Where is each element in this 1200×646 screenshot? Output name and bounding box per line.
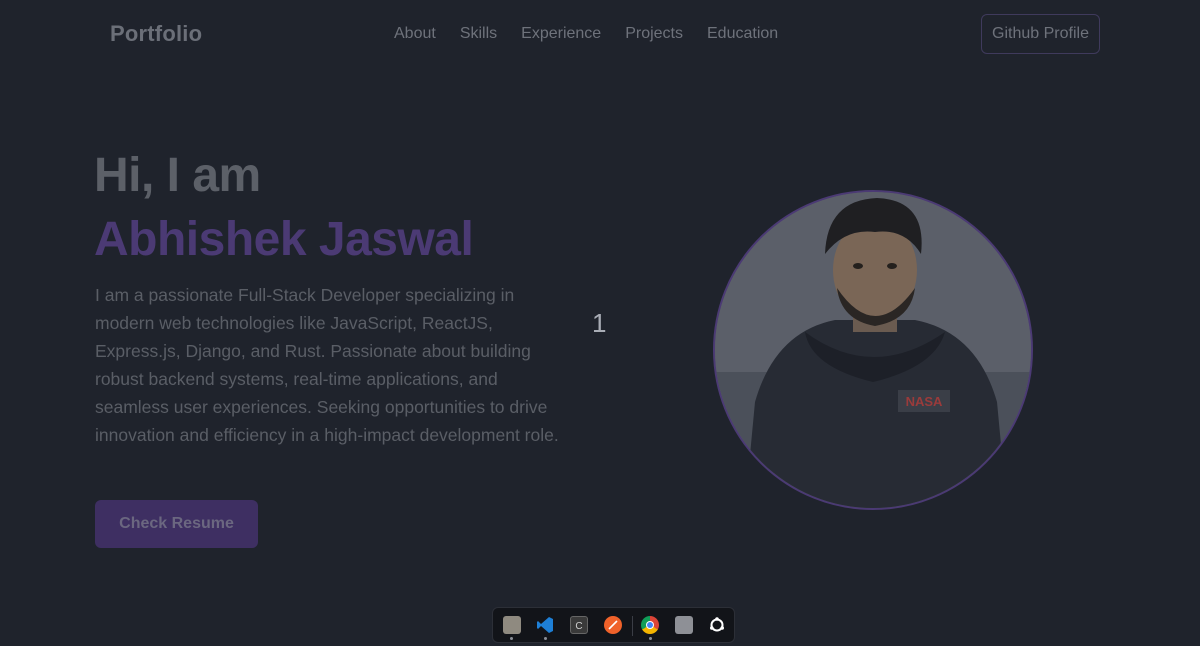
portfolio-page: Portfolio About Skills Experience Projec… [0, 0, 1200, 646]
vscode-icon[interactable] [536, 616, 554, 634]
nav-link-skills[interactable]: Skills [460, 25, 497, 43]
running-indicator [544, 637, 547, 640]
nav-links: About Skills Experience Projects Educati… [394, 25, 778, 43]
chrome-icon[interactable] [641, 616, 659, 634]
postman-icon[interactable] [604, 616, 622, 634]
running-indicator [649, 637, 652, 640]
hero-bio: I am a passionate Full-Stack Developer s… [95, 285, 559, 445]
files-icon[interactable] [503, 616, 521, 634]
nav-link-about[interactable]: About [394, 25, 436, 43]
check-resume-button[interactable]: Check Resume [95, 500, 258, 548]
hero-name: Abhishek Jaswal [94, 213, 474, 266]
brand-logo[interactable]: Portfolio [110, 21, 202, 47]
running-indicator [510, 637, 513, 640]
terminal-icon[interactable]: C [570, 616, 588, 634]
document-icon[interactable] [675, 616, 693, 634]
nav-link-experience[interactable]: Experience [521, 25, 601, 43]
hero-greeting: Hi, I am [94, 149, 261, 202]
nav-link-projects[interactable]: Projects [625, 25, 683, 43]
github-profile-button[interactable]: Github Profile [981, 14, 1100, 54]
app-dock: C [492, 607, 735, 643]
nav-link-education[interactable]: Education [707, 25, 778, 43]
counter-text: 1 [592, 308, 607, 338]
navbar: Portfolio About Skills Experience Projec… [0, 0, 1200, 70]
dock-separator [632, 616, 633, 636]
shirt-logo-text: NASA [906, 394, 943, 409]
ubuntu-icon[interactable] [708, 616, 726, 634]
svg-text:C: C [575, 621, 582, 632]
profile-photo: NASA [713, 190, 1033, 510]
profile-photo-illustration: NASA [715, 192, 1031, 508]
